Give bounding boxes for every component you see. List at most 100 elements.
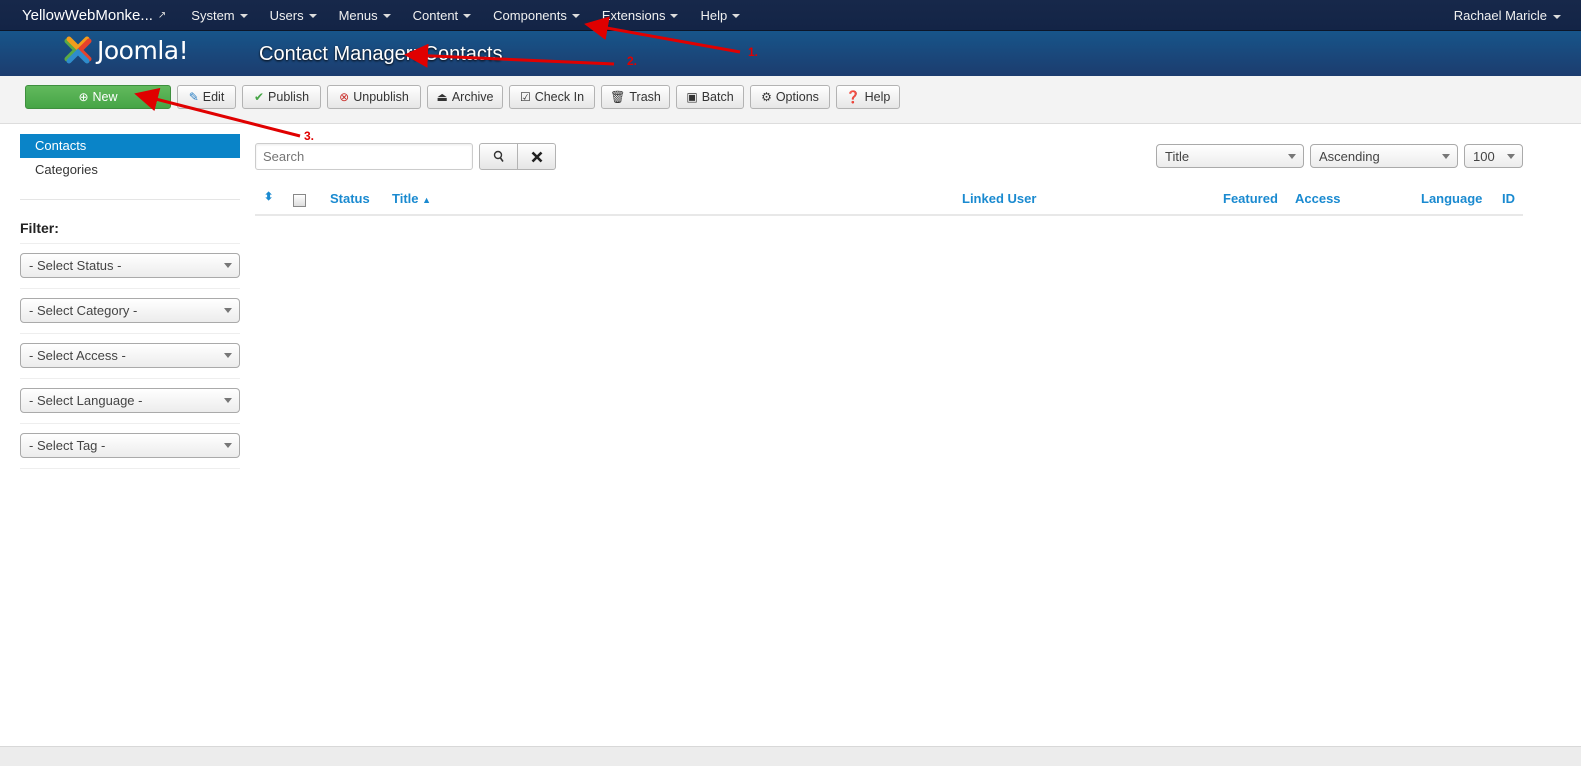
tag-filter-select[interactable]: - Select Tag - [20, 433, 240, 458]
sort-direction-select[interactable]: Ascending [1310, 144, 1458, 168]
batch-button[interactable]: ▣ Batch [676, 85, 744, 109]
select-value: - Select Tag - [29, 438, 106, 453]
divider [20, 199, 240, 200]
caret-down-icon [463, 14, 472, 18]
status-filter-select[interactable]: - Select Status - [20, 253, 240, 278]
archive-button[interactable]: ⏏ Archive [427, 85, 503, 109]
divider [20, 288, 240, 289]
menu-extensions[interactable]: Extensions [591, 8, 690, 23]
button-label: New [92, 90, 118, 104]
menu-help[interactable]: Help [689, 8, 751, 23]
column-id[interactable]: ID [1502, 191, 1515, 206]
divider [20, 423, 240, 424]
menu-label: Extensions [601, 7, 666, 23]
select-value: Ascending [1319, 148, 1380, 164]
language-filter-select[interactable]: - Select Language - [20, 388, 240, 413]
column-status[interactable]: Status [330, 191, 370, 206]
select-value: - Select Status - [29, 258, 122, 273]
x-circle-icon: ⊗ [339, 90, 350, 104]
page-title: Contact Manager: Contacts [259, 43, 503, 65]
menu-users[interactable]: Users [259, 8, 328, 23]
sidebar-item-categories[interactable]: Categories [20, 158, 240, 182]
caret-down-icon [224, 308, 232, 313]
menu-content[interactable]: Content [402, 8, 483, 23]
publish-button[interactable]: ✔ Publish [242, 85, 321, 109]
button-label: Trash [629, 90, 661, 104]
site-name: YellowWebMonke... [22, 6, 153, 24]
column-label: Title [392, 191, 419, 206]
menu-menus[interactable]: Menus [328, 8, 402, 23]
site-link[interactable]: YellowWebMonke... ↗ [0, 7, 180, 24]
column-featured[interactable]: Featured [1223, 191, 1278, 206]
button-label: Unpublish [353, 90, 409, 104]
edit-button[interactable]: ✎ Edit [177, 85, 236, 109]
unpublish-button[interactable]: ⊗ Unpublish [327, 85, 421, 109]
search-icon [493, 150, 504, 162]
button-label: Batch [701, 90, 734, 104]
top-navbar: YellowWebMonke... ↗ System Users Menus C… [0, 0, 1581, 31]
select-all-checkbox[interactable] [293, 194, 306, 207]
annotation-label-3: 3. [304, 129, 315, 143]
caret-down-icon [1553, 14, 1561, 19]
menu-label: Menus [338, 7, 378, 23]
column-language[interactable]: Language [1421, 191, 1482, 206]
access-filter-select[interactable]: - Select Access - [20, 343, 240, 368]
column-title[interactable]: Title ▲ [392, 191, 431, 206]
search-input[interactable] [255, 143, 473, 170]
bottom-status-bar [0, 746, 1581, 766]
button-label: Publish [268, 90, 310, 104]
divider [20, 468, 240, 469]
caret-down-icon [571, 14, 580, 18]
divider [20, 243, 240, 244]
divider [20, 378, 240, 379]
select-value: - Select Access - [29, 348, 126, 363]
category-filter-select[interactable]: - Select Category - [20, 298, 240, 323]
caret-down-icon [224, 443, 232, 448]
check-in-button[interactable]: ☑ Check In [509, 85, 595, 109]
caret-down-icon [224, 353, 232, 358]
trash-button[interactable]: 🗑 Trash [601, 85, 670, 109]
annotation-label-2: 2. [627, 54, 638, 68]
trash-icon: 🗑 [610, 90, 626, 104]
caret-down-icon [308, 14, 317, 18]
help-button[interactable]: ❓ Help [836, 85, 900, 109]
ordering-sort-icon[interactable]: ⬍ [264, 190, 273, 203]
menu-system[interactable]: System [180, 8, 258, 23]
external-link-icon: ↗ [157, 9, 167, 21]
filter-heading: Filter: [20, 220, 59, 236]
list-limit-select[interactable]: 100 [1464, 144, 1523, 168]
joomla-logo[interactable]: Joomla! [63, 35, 189, 65]
sort-field-select[interactable]: Title [1156, 144, 1304, 168]
logo-text: Joomla! [97, 35, 189, 65]
button-label: Check In [534, 90, 585, 104]
menu-label: Components [493, 7, 567, 23]
check-icon: ✔ [253, 90, 265, 104]
caret-down-icon [670, 14, 679, 18]
button-label: Edit [202, 90, 225, 104]
user-menu[interactable]: Rachael Maricle [1454, 0, 1561, 31]
menu-components[interactable]: Components [482, 8, 591, 23]
caret-down-icon [1442, 153, 1450, 159]
joomla-logo-icon [64, 36, 92, 64]
caret-down-icon [224, 398, 232, 403]
caret-down-icon [239, 14, 248, 18]
column-access[interactable]: Access [1295, 191, 1341, 206]
select-value: - Select Language - [29, 393, 143, 408]
new-button[interactable]: ⊕ New [25, 85, 171, 109]
search-button[interactable] [479, 143, 518, 170]
button-label: Help [864, 90, 891, 104]
column-linked-user[interactable]: Linked User [962, 191, 1036, 206]
caret-down-icon [1288, 153, 1296, 159]
options-button[interactable]: ⚙ Options [750, 85, 830, 109]
question-icon: ❓ [845, 90, 861, 104]
menu-label: Users [269, 7, 304, 23]
menu-label: System [191, 7, 235, 23]
clear-search-button[interactable] [517, 143, 556, 170]
batch-icon: ▣ [686, 90, 698, 104]
sort-ascending-icon: ▲ [422, 195, 432, 205]
caret-down-icon [224, 263, 232, 268]
divider [20, 333, 240, 334]
archive-icon: ⏏ [436, 90, 448, 104]
sidebar-item-contacts[interactable]: Contacts [20, 134, 240, 158]
menu-label: Content [412, 7, 459, 23]
